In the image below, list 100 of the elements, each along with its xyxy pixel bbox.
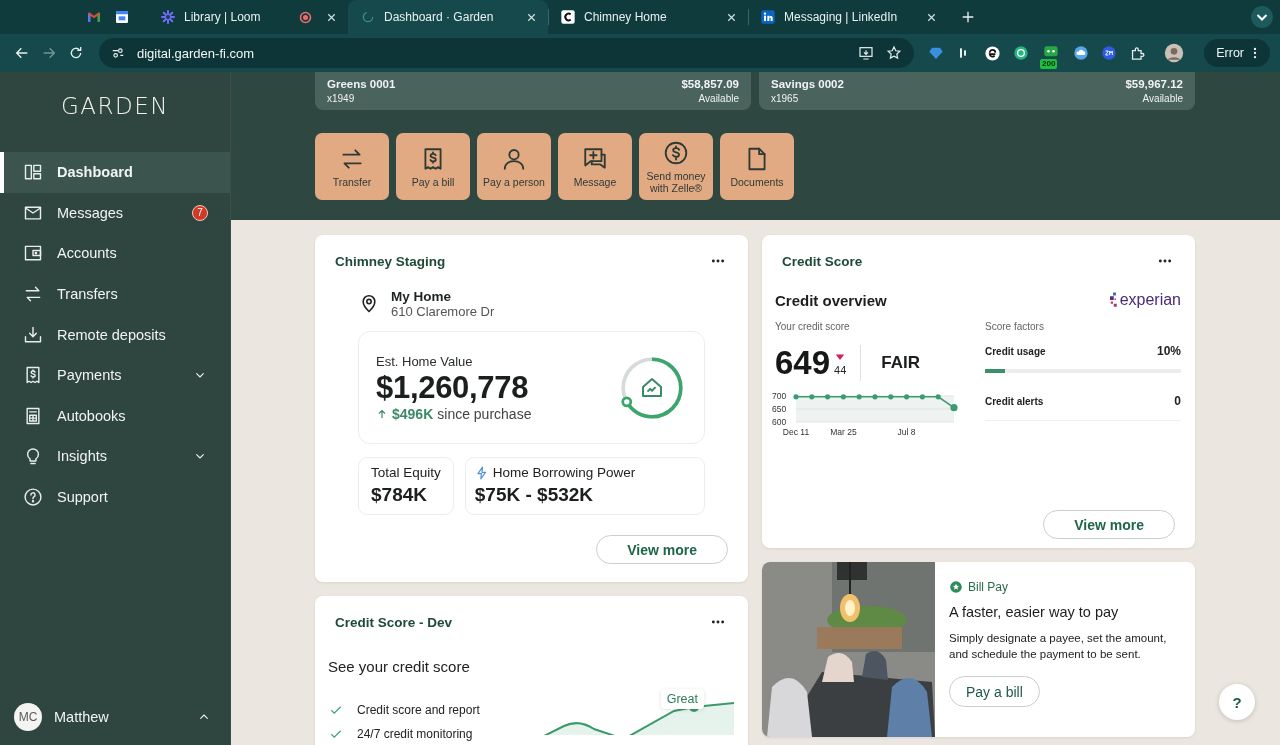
profile-error-button[interactable]: Error	[1204, 39, 1270, 67]
factor-value: 10%	[1156, 344, 1181, 358]
card-title: Credit Score - Dev	[335, 614, 453, 630]
back-icon[interactable]	[14, 45, 30, 61]
axis-label: 700	[772, 391, 787, 401]
account-card[interactable]: Savings 0002 $59,967.12 x1965 Available	[759, 72, 1195, 110]
data-point	[793, 394, 799, 400]
quick-action-button[interactable]: Send money with Zelle®	[639, 133, 713, 200]
equity-label: Total Equity	[371, 465, 441, 480]
address-bar[interactable]: digital.garden-fi.com	[99, 38, 914, 68]
home-value: $1,260,778	[376, 369, 530, 406]
account-name: Greens 0001	[327, 78, 396, 90]
account-name: Savings 0002	[771, 78, 844, 90]
sidebar-item[interactable]: Insights	[0, 436, 230, 477]
card-heading: Credit overview	[775, 291, 887, 309]
user-menu[interactable]: MC Matthew	[0, 689, 230, 745]
help-icon	[23, 487, 43, 508]
card-heading: See your credit score	[328, 658, 471, 675]
brand-logo: experian	[1109, 291, 1181, 309]
quick-action-button[interactable]: Documents	[720, 133, 794, 200]
data-point	[840, 394, 846, 400]
sidebar-item[interactable]: Autobooks	[0, 395, 230, 437]
sidebar-item[interactable]: Transfers	[0, 273, 230, 315]
avatar: MC	[14, 703, 42, 731]
sidebar-item[interactable]: Messages 7	[0, 192, 230, 234]
change-note: since purchase	[437, 405, 532, 422]
dollar-icon	[663, 139, 689, 166]
chimney-icon	[560, 9, 576, 25]
tab-search-icon[interactable]	[1250, 5, 1274, 29]
sidebar-item[interactable]: Accounts	[0, 233, 230, 274]
factor-label: Credit alerts	[985, 395, 1044, 407]
address: 610 Claremore Dr	[391, 304, 495, 319]
logo: GARDEN	[60, 92, 170, 121]
monogram-icon[interactable]	[1101, 45, 1117, 61]
star-icon[interactable]	[886, 45, 902, 61]
score-label: Great	[660, 689, 704, 709]
circle-logo-icon[interactable]	[984, 44, 1001, 62]
browser-tab[interactable]: Library | Loom	[148, 0, 348, 34]
site-info-icon	[111, 46, 125, 60]
card-title: Credit Score	[782, 253, 863, 269]
install-icon[interactable]	[858, 45, 874, 61]
browser-tab[interactable]: Messaging | LinkedIn	[748, 0, 948, 34]
asterisk-icon	[160, 9, 176, 25]
rating: FAIR	[881, 353, 921, 373]
field-label: Your credit score	[775, 321, 851, 332]
sidebar-item[interactable]: Dashboard	[0, 152, 230, 193]
data-point	[825, 394, 831, 400]
axis-label: Dec 11	[782, 427, 810, 437]
mail-app-icon[interactable]	[86, 9, 102, 25]
url-text: digital.garden-fi.com	[137, 45, 255, 61]
chat-icon	[582, 145, 608, 172]
quick-action-button[interactable]: Pay a person	[477, 133, 551, 200]
new-tab-icon[interactable]	[960, 9, 976, 25]
data-point	[935, 394, 941, 400]
balance-label: Available	[698, 93, 739, 104]
card-title: Chimney Staging	[335, 253, 446, 269]
diamond-icon[interactable]	[928, 45, 944, 61]
help-button[interactable]: ?	[1219, 684, 1255, 720]
account-balance: $59,967.12	[1125, 78, 1183, 90]
feature-text: Credit score and report	[357, 703, 480, 717]
puzzle-icon[interactable]	[1129, 44, 1146, 62]
borrowing-value: $75K - $532K	[474, 484, 595, 506]
feature-text: 24/7 credit monitoring	[357, 727, 473, 741]
progress-ring	[621, 356, 683, 419]
sidebar-item[interactable]: Payments	[0, 354, 230, 396]
browser-tab[interactable]: Dashboard · Garden	[348, 0, 548, 34]
credit-score: 649	[775, 344, 831, 382]
view-more-button[interactable]: View more	[1043, 510, 1175, 539]
data-point	[950, 404, 958, 412]
view-more-button[interactable]: View more	[596, 535, 728, 564]
quick-action-button[interactable]: Transfer	[315, 133, 389, 200]
axis-label: 650	[772, 404, 787, 414]
map-pin-icon	[359, 294, 379, 314]
calendar-icon[interactable]	[114, 9, 130, 25]
data-point	[919, 394, 925, 400]
cloud-icon[interactable]	[1073, 45, 1089, 61]
factor-value: 0	[1174, 394, 1181, 408]
pay-bill-button[interactable]: Pay a bill	[949, 676, 1040, 707]
score-change: 44	[834, 363, 847, 376]
data-point	[809, 394, 815, 400]
sidebar-item[interactable]: Remote deposits	[0, 314, 230, 355]
quick-action-button[interactable]: Pay a bill	[396, 133, 470, 200]
data-point	[904, 394, 910, 400]
sidebar-item[interactable]: Support	[0, 476, 230, 518]
ring-logo-icon[interactable]	[1013, 45, 1029, 61]
account-card[interactable]: Greens 0001 $58,857.09 x1949 Available	[315, 72, 751, 110]
reload-icon[interactable]	[68, 45, 84, 61]
extension-badge: 200	[1040, 59, 1058, 69]
equity-value: $784K	[371, 484, 428, 506]
axis-label: 600	[772, 417, 787, 427]
data-point	[856, 394, 862, 400]
description: Simply designate a payee, set the amount, and schedule the payment to be sent.	[949, 631, 1168, 662]
card-heading: A faster, easier way to pay	[949, 604, 1120, 620]
avatar-icon[interactable]	[1164, 43, 1184, 63]
quick-action-button[interactable]: Message	[558, 133, 632, 200]
tag-label: Bill Pay	[968, 580, 1008, 594]
forward-icon[interactable]	[41, 45, 57, 61]
browser-tab[interactable]: Chimney Home	[548, 0, 748, 34]
lightning-icon	[474, 465, 489, 480]
receipt-icon	[23, 365, 43, 386]
